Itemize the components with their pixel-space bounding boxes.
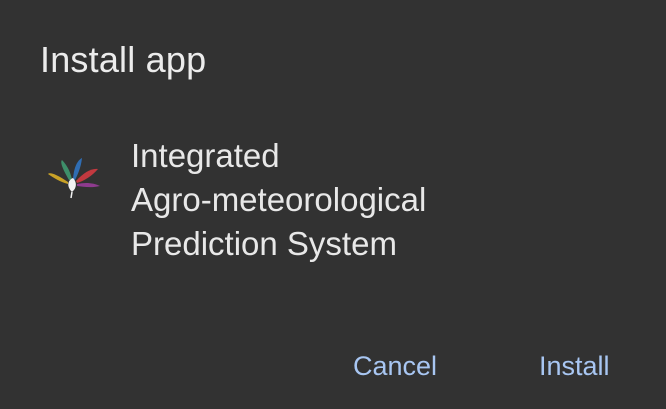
app-name: Integrated Agro-meteorological Predictio… [131,134,611,266]
app-logo-icon [46,152,102,202]
cancel-button[interactable]: Cancel [345,342,445,390]
app-name-line-1: Integrated [131,137,280,174]
install-app-dialog: Install app Integrated Agro-meteorologic… [0,0,666,409]
app-name-line-3: Prediction System [131,225,397,262]
dialog-actions: Cancel Install [0,342,666,392]
dialog-title: Install app [40,39,207,80]
app-name-line-2: Agro-meteorological [131,181,427,218]
install-button[interactable]: Install [531,342,618,390]
